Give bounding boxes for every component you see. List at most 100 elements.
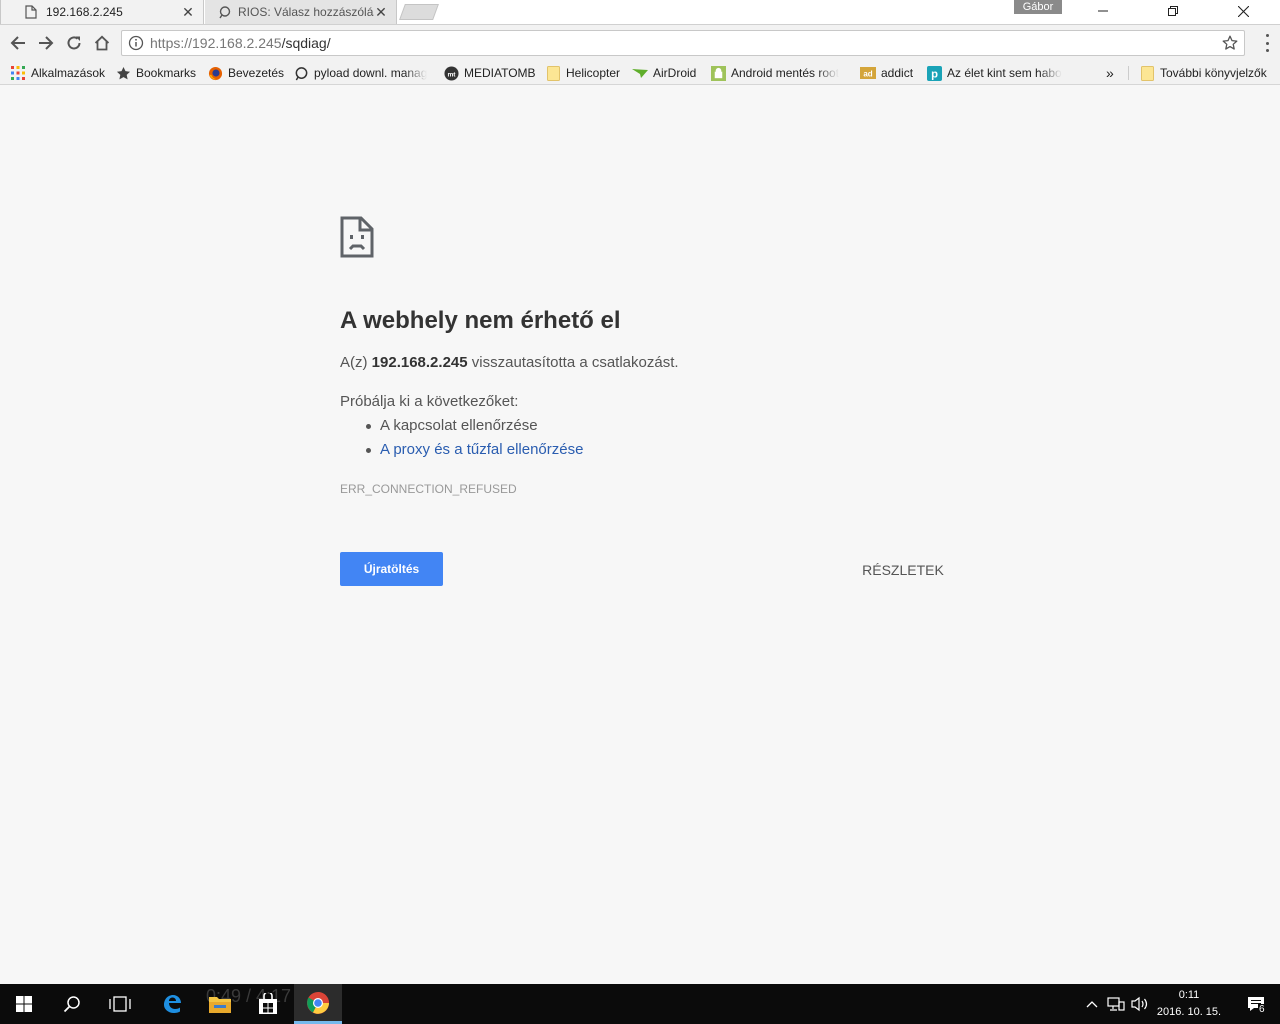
taskbar: 0:49 / 4:17 0:11 2016. 10. 15. 6 — [0, 984, 1280, 1024]
arrow-left-icon — [10, 36, 25, 50]
info-icon[interactable] — [128, 35, 144, 51]
suggestions-heading: Próbálja ki a következőket: — [340, 393, 519, 410]
details-button[interactable]: RÉSZLETEK — [848, 559, 958, 581]
reload-button[interactable]: Újratöltés — [340, 552, 443, 586]
bookmark-addict[interactable]: ad addict — [860, 64, 913, 82]
url-text: https://192.168.2.245/sqdiag/ — [150, 35, 331, 51]
url-path: /sqdiag/ — [281, 35, 331, 51]
bookmark-label: Az élet kint sem habo — [947, 66, 1062, 80]
bookmark-bevezetes[interactable]: Bevezetés — [207, 64, 284, 82]
network-button[interactable] — [1106, 994, 1126, 1014]
tab-title: 192.168.2.245 — [46, 5, 123, 19]
apps-grid-icon — [10, 65, 26, 81]
error-code: ERR_CONNECTION_REFUSED — [340, 482, 517, 496]
bookmark-mediatomb[interactable]: mt MEDIATOMB — [443, 64, 536, 82]
windows-logo-icon — [16, 996, 32, 1012]
edge-button[interactable] — [148, 984, 196, 1024]
bookmark-label: addict — [881, 66, 914, 80]
minimize-button[interactable] — [1080, 0, 1126, 22]
search-icon — [63, 996, 80, 1013]
action-center-button[interactable]: 6 — [1232, 984, 1280, 1024]
tab-active[interactable]: 192.168.2.245 ✕ — [0, 0, 204, 24]
bookmark-label: MEDIATOMB — [464, 66, 536, 80]
bookmark-label: Helicopter — [566, 66, 621, 80]
restore-icon — [1168, 6, 1178, 16]
bookmark-label: Android mentés root — [731, 66, 840, 80]
chevron-up-icon — [1086, 1001, 1098, 1008]
bookmark-apps[interactable]: Alkalmazások — [10, 64, 105, 82]
svg-text:mt: mt — [447, 71, 456, 78]
error-host: 192.168.2.245 — [371, 354, 468, 371]
mediatomb-icon: mt — [443, 65, 459, 81]
url-host: https://192.168.2.245 — [150, 35, 282, 51]
task-view-button[interactable] — [96, 984, 144, 1024]
suggestion-check-proxy-link[interactable]: A proxy és a tűzfal ellenőrzése — [340, 440, 583, 464]
bookmark-label: További könyvjelzők — [1160, 66, 1267, 80]
clock[interactable]: 0:11 2016. 10. 15. — [1150, 987, 1228, 1021]
forum-icon — [217, 4, 233, 20]
reload-toolbar-button[interactable] — [64, 33, 84, 53]
bookmark-pyload[interactable]: pyload downl. manag — [293, 64, 429, 82]
bookmark-airdroid[interactable]: AirDroid — [632, 64, 696, 82]
sad-page-icon — [340, 216, 374, 258]
bookmark-android[interactable]: Android mentés root — [710, 64, 848, 82]
suggestions-list: A kapcsolat ellenőrzése A proxy és a tűz… — [340, 416, 583, 464]
notification-count: 6 — [1258, 1004, 1266, 1015]
new-tab-button[interactable] — [399, 4, 439, 20]
bookmark-label: AirDroid — [653, 66, 697, 80]
folder-explorer-icon — [209, 997, 231, 1013]
addict-icon: ad — [860, 65, 876, 81]
restore-button[interactable] — [1150, 0, 1196, 22]
menu-button[interactable] — [1264, 34, 1270, 52]
reload-icon — [67, 36, 81, 50]
pyload-icon — [293, 65, 309, 81]
folder-icon — [1139, 65, 1155, 81]
bookmark-bookmarks[interactable]: Bookmarks — [115, 64, 196, 82]
speaker-icon — [1131, 996, 1148, 1012]
search-button[interactable] — [48, 984, 96, 1024]
start-button[interactable] — [0, 984, 48, 1024]
bookmark-star-icon[interactable] — [1222, 35, 1238, 51]
home-button[interactable] — [92, 33, 112, 53]
bookmark-az-elet[interactable]: p Az élet kint sem habo — [926, 64, 1064, 82]
store-button[interactable] — [244, 984, 292, 1024]
firefox-icon — [207, 65, 223, 81]
tab-inactive[interactable]: RIOS: Válasz hozzászólás ✕ — [205, 0, 397, 24]
bookmarks-overflow-button[interactable]: » — [1106, 64, 1114, 82]
tab-close-icon[interactable]: ✕ — [374, 4, 388, 20]
back-button[interactable] — [8, 33, 28, 53]
bookmark-label: Bevezetés — [228, 66, 285, 80]
chrome-icon — [307, 991, 329, 1014]
error-suffix: visszautasította a csatlakozást. — [467, 354, 679, 371]
address-bar[interactable]: https://192.168.2.245/sqdiag/ — [121, 30, 1245, 56]
bookmark-other[interactable]: További könyvjelzők — [1139, 64, 1267, 82]
tab-title: RIOS: Válasz hozzászólás — [238, 5, 374, 19]
home-icon — [94, 35, 110, 51]
folder-icon — [545, 65, 561, 81]
document-icon — [23, 4, 39, 20]
airdroid-icon — [632, 65, 648, 81]
minimize-icon — [1098, 10, 1108, 12]
error-prefix: A(z) — [340, 354, 372, 371]
bookmark-helicopter[interactable]: Helicopter — [545, 64, 620, 82]
suggestion-check-connection: A kapcsolat ellenőrzése — [340, 416, 583, 440]
p-icon: p — [926, 65, 942, 81]
error-title: A webhely nem érhető el — [340, 307, 621, 334]
close-icon — [1237, 5, 1249, 17]
chrome-button[interactable] — [294, 984, 342, 1024]
profile-button[interactable]: Gábor — [1014, 0, 1062, 14]
tray-expand-button[interactable] — [1082, 994, 1102, 1014]
volume-button[interactable] — [1130, 994, 1150, 1014]
star-icon — [115, 65, 131, 81]
toolbar: https://192.168.2.245/sqdiag/ — [0, 24, 1280, 61]
close-window-button[interactable] — [1220, 0, 1266, 22]
error-page: A webhely nem érhető el A(z) 192.168.2.2… — [0, 86, 1280, 984]
clock-date: 2016. 10. 15. — [1156, 1006, 1222, 1018]
tab-close-icon[interactable]: ✕ — [181, 4, 195, 20]
forward-button[interactable] — [36, 33, 56, 53]
store-icon — [259, 993, 277, 1014]
explorer-button[interactable] — [196, 984, 244, 1024]
bookmark-label: Alkalmazások — [31, 66, 106, 80]
clock-time: 0:11 — [1178, 989, 1200, 1001]
edge-icon — [164, 995, 181, 1013]
